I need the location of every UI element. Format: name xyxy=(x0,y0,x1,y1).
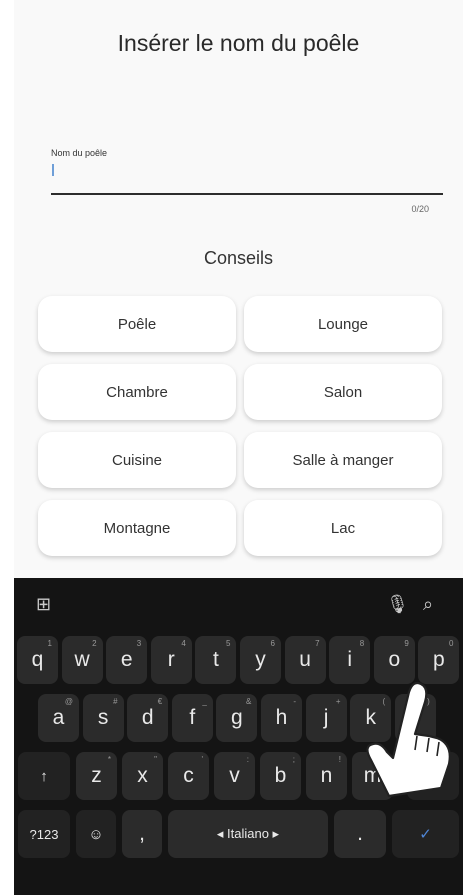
key-c[interactable]: c ' xyxy=(168,752,209,800)
key-label: r xyxy=(167,648,175,671)
key-label: x xyxy=(137,764,148,787)
key-label: w xyxy=(74,648,90,671)
keyboard-toolbar: ⊞ 🎙︎ ⌕ xyxy=(14,578,463,633)
period-key[interactable]: . xyxy=(334,810,386,858)
emoji-key[interactable]: ☺ xyxy=(76,810,116,858)
suggestion-chip[interactable]: Cuisine xyxy=(38,432,236,488)
suggestion-chip[interactable]: Poêle xyxy=(38,296,236,352)
key-hint: _ xyxy=(202,697,207,706)
key-z[interactable]: z * xyxy=(76,752,117,800)
key-n[interactable]: n! xyxy=(306,752,347,800)
key-hint: 2 xyxy=(92,639,97,648)
key-hint: - xyxy=(293,697,296,706)
search-icon[interactable]: ⌕ xyxy=(423,594,433,615)
key-label: c xyxy=(183,764,194,787)
key-label: a xyxy=(52,706,65,729)
key-label: j xyxy=(323,706,329,729)
key-d[interactable]: d € xyxy=(127,694,169,742)
key-hint: 6 xyxy=(270,639,275,648)
key-hint: € xyxy=(157,697,163,706)
key-t[interactable]: t5 xyxy=(195,636,237,684)
key-label: p xyxy=(433,648,445,671)
suggestions-grid: Poêle Lounge Chambre Salon Cuisine Salle… xyxy=(38,296,442,556)
key-hint: & xyxy=(246,697,252,706)
key-i[interactable]: i8 xyxy=(329,636,371,684)
keyboard-row-4: ?123 ☺ , ◂ Italiano ▸ . ✓ xyxy=(14,810,463,862)
key-hint: 4 xyxy=(181,639,186,648)
key-hint: " xyxy=(154,755,157,764)
numbers-key[interactable]: ?123 xyxy=(18,810,70,858)
key-label: f xyxy=(189,706,196,729)
key-hint: * xyxy=(107,755,111,764)
key-label: o xyxy=(388,648,401,671)
key-label: v xyxy=(229,764,240,787)
key-u[interactable]: u7 xyxy=(284,636,326,684)
key-hint: ; xyxy=(292,755,295,764)
key-hint: 5 xyxy=(225,639,231,648)
key-hint: 9 xyxy=(404,639,409,648)
key-hint: 3 xyxy=(136,639,142,648)
key-label: h xyxy=(275,706,288,729)
suggestion-chip[interactable]: Salle à manger xyxy=(244,432,442,488)
key-hint: + xyxy=(335,697,341,706)
space-key[interactable]: ◂ Italiano ▸ xyxy=(168,810,328,858)
key-e[interactable]: e3 xyxy=(106,636,148,684)
key-w[interactable]: w2 xyxy=(61,636,103,684)
key-g[interactable]: g & xyxy=(216,694,258,742)
key-label: i xyxy=(347,648,353,671)
key-hint: : xyxy=(246,755,249,764)
key-p[interactable]: p0 xyxy=(418,636,460,684)
key-v[interactable]: v: xyxy=(214,752,255,800)
stove-name-label: Nom du poêle xyxy=(51,148,108,158)
comma-key[interactable]: , xyxy=(122,810,162,858)
key-o[interactable]: o9 xyxy=(373,636,415,684)
key-s[interactable]: s # xyxy=(82,694,124,742)
key-hint: @ xyxy=(64,697,73,706)
screen: Insérer le nom du poêle Nom du poêle 0/2… xyxy=(14,0,463,895)
apps-grid-icon[interactable]: ⊞ xyxy=(36,594,51,615)
key-label: e xyxy=(120,648,133,671)
suggestion-chip[interactable]: Salon xyxy=(244,364,442,420)
key-label: z xyxy=(91,764,102,787)
suggestion-chip[interactable]: Lounge xyxy=(244,296,442,352)
key-label: y xyxy=(255,648,266,671)
suggestion-chip[interactable]: Lac xyxy=(244,500,442,556)
key-label: q xyxy=(31,648,44,671)
key-f[interactable]: f _ xyxy=(171,694,213,742)
key-hint: ' xyxy=(201,755,203,764)
key-x[interactable]: x " xyxy=(122,752,163,800)
key-hint: 8 xyxy=(359,639,365,648)
key-hint: 7 xyxy=(315,639,320,648)
key-j[interactable]: j + xyxy=(305,694,347,742)
key-hint: 0 xyxy=(448,639,454,648)
tap-hand-icon xyxy=(366,681,451,798)
key-label: t xyxy=(212,648,219,671)
microphone-icon[interactable]: 🎙︎ xyxy=(386,594,409,615)
key-hint: ! xyxy=(338,755,341,764)
stove-name-input[interactable] xyxy=(51,193,443,195)
key-label: s xyxy=(97,706,109,729)
page-title: Insérer le nom du poêle xyxy=(117,30,360,56)
key-h[interactable]: h- xyxy=(261,694,302,742)
suggestions-title: Conseils xyxy=(203,248,274,268)
suggestion-chip[interactable]: Chambre xyxy=(38,364,236,420)
key-label: n xyxy=(320,764,333,787)
character-counter: 0/20 xyxy=(411,204,429,214)
key-label: g xyxy=(231,706,243,729)
text-caret xyxy=(52,164,54,176)
key-b[interactable]: b; xyxy=(260,752,301,800)
key-hint: 1 xyxy=(47,639,52,648)
key-a[interactable]: a @ xyxy=(38,694,79,742)
key-r[interactable]: r4 xyxy=(150,636,192,684)
key-label: b xyxy=(274,764,287,787)
key-label: u xyxy=(299,648,311,671)
key-hint: # xyxy=(113,697,118,706)
key-label: d xyxy=(141,706,154,729)
suggestion-chip[interactable]: Montagne xyxy=(38,500,236,556)
enter-key[interactable]: ✓ xyxy=(392,810,459,858)
key-q[interactable]: q1 xyxy=(17,636,58,684)
key-y[interactable]: y6 xyxy=(240,636,281,684)
